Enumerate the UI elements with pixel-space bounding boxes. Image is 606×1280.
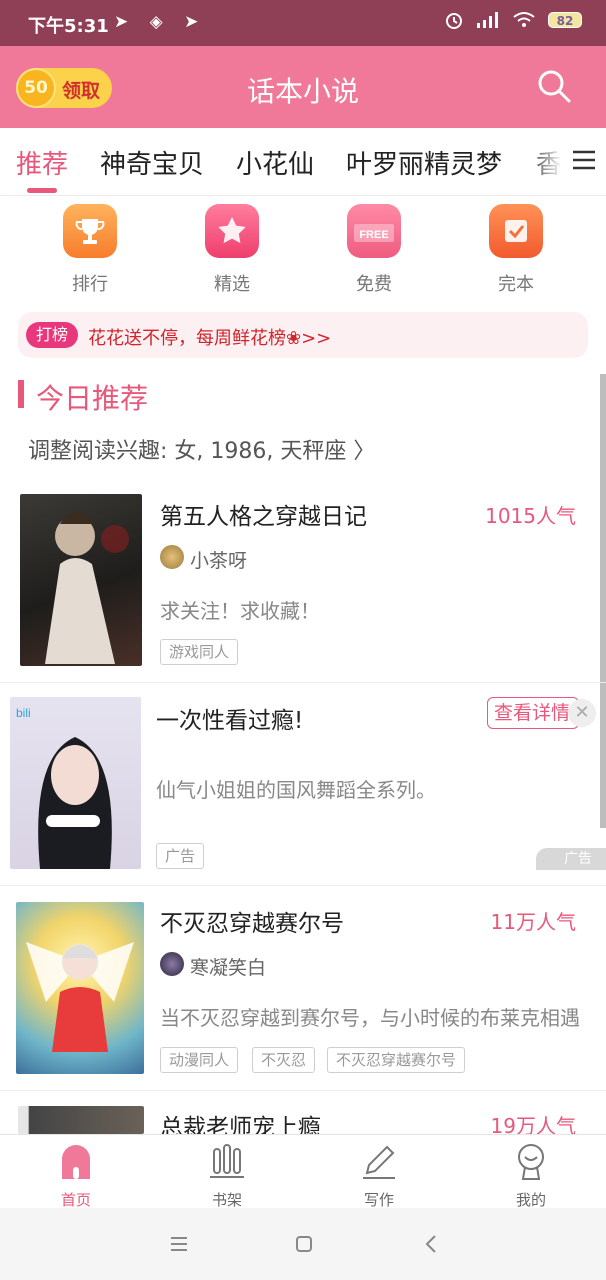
ad-image: bili — [10, 697, 141, 869]
book-author: 寒凝笑白 — [190, 957, 267, 979]
home-icon — [62, 1145, 90, 1179]
entry-free[interactable]: FREE 免费 — [334, 204, 414, 296]
entry-label: 精选 — [214, 274, 250, 295]
app-header: 50 领取 话本小说 — [0, 46, 606, 128]
wifi-icon — [513, 12, 535, 27]
entry-ranking[interactable]: 排行 — [50, 204, 130, 296]
trophy-icon — [63, 204, 117, 258]
signal-icon — [477, 12, 498, 28]
banner-text: 花花送不停，每周鲜花榜❀>> — [88, 328, 332, 349]
active-tab-indicator — [27, 188, 57, 193]
book-popularity: 1015人气 — [485, 504, 576, 528]
book-tag: 不灭忍穿越赛尔号 — [327, 1047, 466, 1073]
system-navigation — [0, 1208, 606, 1280]
nav-label: 书架 — [211, 1191, 242, 1209]
section-accent — [18, 380, 24, 408]
section-title: 今日推荐 — [36, 382, 149, 415]
status-time: 下午5:31 — [28, 16, 109, 37]
free-icon: FREE — [347, 204, 401, 258]
entry-label: 排行 — [72, 274, 108, 295]
free-badge-text: FREE — [359, 229, 388, 241]
battery-icon: 82 — [548, 12, 582, 28]
book-cover — [18, 1106, 144, 1134]
book-desc: 当不灭忍穿越到赛尔号，与小时候的布莱克相遇 — [160, 1006, 580, 1030]
status-notification-icons: ➤ ◈ ➤ — [114, 12, 207, 32]
menu-icon[interactable] — [570, 146, 598, 174]
flower-ranking-banner[interactable]: 打榜 花花送不停，每周鲜花榜❀>> — [18, 312, 588, 358]
book-desc: 求关注！求收藏！ — [160, 599, 320, 623]
nav-label: 写作 — [363, 1191, 394, 1209]
nav-label: 首页 — [60, 1191, 91, 1209]
tab-yeloli[interactable]: 叶罗丽精灵梦 — [346, 144, 502, 181]
home-button-icon[interactable] — [290, 1230, 318, 1258]
status-right-icons: 82 — [444, 10, 582, 30]
scrollbar[interactable] — [600, 374, 606, 828]
category-tabs: 推荐 神奇宝贝 小花仙 叶罗丽精灵梦 香 — [0, 128, 606, 196]
avatar — [160, 952, 184, 976]
book-tag: 不灭忍 — [252, 1047, 316, 1073]
nav-bookshelf[interactable]: 书架 — [182, 1141, 272, 1210]
back-icon[interactable] — [418, 1230, 446, 1258]
status-bar: 下午5:31 ➤ ◈ ➤ 82 — [0, 0, 606, 46]
avatar — [160, 545, 184, 569]
book-title: 不灭忍穿越赛尔号 — [160, 911, 344, 937]
book-cover — [16, 902, 144, 1074]
recent-apps-icon[interactable] — [165, 1230, 193, 1258]
search-icon[interactable] — [536, 68, 572, 104]
bookshelf-icon — [210, 1144, 244, 1178]
pencil-icon — [363, 1145, 395, 1179]
entry-label: 完本 — [498, 274, 534, 295]
tab-pokemon[interactable]: 神奇宝贝 — [100, 144, 204, 181]
tab-recommend[interactable]: 推荐 — [16, 144, 68, 181]
book-title: 总裁老师宠上瘾 — [160, 1115, 321, 1134]
book-popularity: 11万人气 — [490, 910, 576, 934]
star-icon — [205, 204, 259, 258]
reading-preference-link[interactable]: 调整阅读兴趣: 女, 1986, 天秤座 〉 — [28, 433, 375, 465]
book-title: 第五人格之穿越日记 — [160, 504, 367, 530]
entry-featured[interactable]: 精选 — [192, 204, 272, 296]
quick-entries: 排行 精选 FREE 免费 完本 — [0, 200, 606, 300]
check-icon — [489, 204, 543, 258]
ad-tag: 广告 — [156, 843, 205, 869]
close-icon[interactable]: ✕ — [568, 699, 596, 727]
nav-write[interactable]: 写作 — [334, 1141, 424, 1210]
svg-text:bili: bili — [16, 706, 31, 720]
book-author: 小茶呀 — [190, 550, 248, 572]
tab-flower-fairy[interactable]: 小花仙 — [236, 144, 314, 181]
ad-desc: 仙气小姐姐的国风舞蹈全系列。 — [156, 778, 436, 802]
banner-tag: 打榜 — [26, 322, 79, 348]
bottom-navigation: 首页 书架 写作 我的 — [0, 1134, 606, 1210]
nav-label: 我的 — [515, 1191, 546, 1209]
nav-me[interactable]: 我的 — [486, 1141, 576, 1210]
entry-label: 免费 — [356, 274, 392, 295]
nav-home[interactable]: 首页 — [31, 1141, 121, 1210]
app-title: 话本小说 — [246, 75, 359, 108]
book-popularity: 19万人气 — [490, 1114, 576, 1134]
ad-title: 一次性看过瘾! — [156, 708, 304, 734]
profile-icon — [518, 1144, 544, 1180]
view-details-button[interactable]: 查看详情 — [487, 697, 579, 729]
book-tag: 动漫同人 — [160, 1047, 239, 1073]
entry-completed[interactable]: 完本 — [476, 204, 556, 296]
book-tag: 游戏同人 — [160, 639, 239, 665]
ad-mark: 广告 — [536, 848, 606, 870]
alarm-icon — [446, 13, 462, 29]
book-cover — [20, 494, 142, 666]
